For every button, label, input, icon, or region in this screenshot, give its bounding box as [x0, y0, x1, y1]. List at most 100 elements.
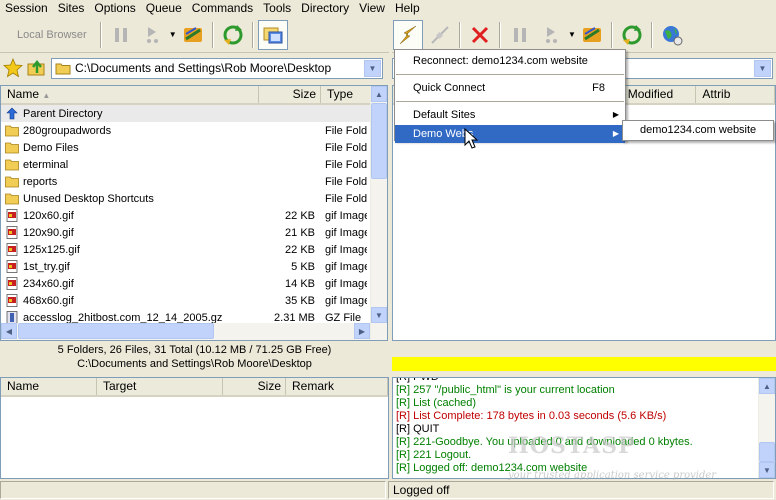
gif-image-icon — [1, 277, 23, 290]
scroll-down-icon[interactable]: ▼ — [759, 462, 775, 478]
chevron-down-icon[interactable]: ▼ — [169, 30, 177, 39]
gif-image-icon — [1, 209, 23, 222]
log-vertical-scrollbar[interactable]: ▲ ▼ — [758, 378, 775, 478]
table-row[interactable]: 468x60.gif 35 KB gif Image — [1, 292, 387, 309]
file-size: 14 KB — [285, 277, 315, 290]
demo-webs-submenu: demo1234.com website — [622, 120, 774, 141]
file-name: eterminal — [23, 158, 69, 171]
menu-tools[interactable]: Tools — [258, 1, 296, 15]
remote-transfer-button[interactable] — [577, 20, 607, 50]
file-size: 5 KB — [291, 260, 315, 273]
toolbar-separator — [211, 21, 214, 48]
table-row[interactable]: eterminal File Folder — [1, 156, 387, 173]
menu-sites[interactable]: Sites — [53, 1, 90, 15]
table-row[interactable]: Unused Desktop Shortcuts File Folder — [1, 190, 387, 207]
menu-item-reconnect[interactable]: Reconnect: demo1234.com website — [395, 51, 625, 71]
scroll-thumb[interactable] — [759, 442, 775, 462]
scroll-thumb[interactable] — [371, 103, 387, 179]
menu-commands[interactable]: Commands — [187, 1, 258, 15]
file-name-cell: 1st_try.gif — [1, 260, 259, 273]
table-row[interactable]: reports File Folder — [1, 173, 387, 190]
table-row[interactable]: 120x60.gif 22 KB gif Image — [1, 207, 387, 224]
column-header-target[interactable]: Target — [97, 378, 223, 395]
menu-directory[interactable]: Directory — [296, 1, 354, 15]
file-name: Parent Directory — [23, 107, 103, 120]
folder-icon — [1, 175, 23, 188]
file-size: 22 KB — [285, 243, 315, 256]
file-type: gif Image — [325, 277, 367, 290]
cancel-button[interactable] — [465, 20, 495, 50]
globe-button[interactable] — [657, 20, 687, 50]
remote-skip-button[interactable] — [537, 20, 567, 50]
menu-options[interactable]: Options — [89, 1, 140, 15]
disconnect-button[interactable] — [425, 20, 455, 50]
transfer-icon — [183, 26, 202, 42]
file-name-cell: Demo Files — [1, 141, 259, 154]
refresh-button[interactable] — [218, 20, 248, 50]
chevron-down-icon[interactable]: ▼ — [364, 59, 381, 77]
column-header-type[interactable]: Type — [321, 86, 371, 103]
menu-view[interactable]: View — [354, 1, 390, 15]
scroll-down-icon[interactable]: ▼ — [371, 307, 387, 323]
skip-button[interactable] — [138, 20, 168, 50]
scroll-up-icon[interactable]: ▲ — [759, 378, 775, 394]
transfer-progress-bar — [392, 357, 776, 371]
globe-icon — [663, 25, 683, 45]
local-browser-toggle-button[interactable] — [257, 19, 288, 50]
file-size: 35 KB — [285, 294, 315, 307]
pause-icon — [114, 27, 127, 42]
log-line: [R] List (cached) — [396, 397, 477, 409]
scroll-up-icon[interactable]: ▲ — [371, 86, 387, 102]
menu-item-demo1234-website[interactable]: demo1234.com website — [623, 121, 773, 140]
menu-queue[interactable]: Queue — [141, 1, 187, 15]
menu-session[interactable]: Session — [0, 1, 53, 15]
pause-button[interactable] — [106, 20, 136, 50]
column-header-name[interactable]: Name ▲ — [1, 86, 259, 103]
table-row[interactable]: Demo Files File Folder — [1, 139, 387, 156]
file-type: gif Image — [325, 226, 367, 239]
menu-item-demo-webs[interactable]: Demo Webs ▶ — [395, 125, 625, 143]
table-row[interactable]: 234x60.gif 14 KB gif Image — [1, 275, 387, 292]
scroll-right-icon[interactable]: ▶ — [354, 323, 370, 339]
table-row[interactable]: 120x90.gif 21 KB gif Image — [1, 224, 387, 241]
scroll-thumb[interactable] — [18, 323, 214, 339]
column-header-remark[interactable]: Remark — [286, 378, 388, 395]
toolbar-separator — [611, 21, 613, 48]
menu-bar: Session Sites Options Queue Commands Too… — [0, 0, 776, 16]
table-row[interactable]: Parent Directory — [1, 105, 387, 122]
plug-icon — [431, 25, 449, 44]
file-name: Demo Files — [23, 141, 79, 154]
column-header-attrib[interactable]: Attrib — [696, 86, 775, 103]
file-type: gif Image — [325, 294, 367, 307]
menu-item-default-sites[interactable]: Default Sites ▶ — [395, 105, 625, 125]
file-name: reports — [23, 175, 58, 188]
column-header-name[interactable]: Name — [1, 378, 97, 395]
column-header-size[interactable]: Size — [259, 86, 321, 103]
folder-up-icon[interactable] — [27, 58, 47, 78]
quick-connect-shortcut: F8 — [592, 82, 605, 94]
table-row[interactable]: 280groupadwords File Folder — [1, 122, 387, 139]
chevron-down-icon[interactable]: ▼ — [754, 59, 771, 77]
chevron-down-icon[interactable]: ▼ — [568, 30, 576, 39]
local-vertical-scrollbar[interactable]: ▲ ▼ — [370, 86, 387, 340]
remote-refresh-button[interactable] — [617, 20, 647, 50]
local-horizontal-scrollbar[interactable]: ◀ ▶ — [1, 323, 370, 340]
column-header-size[interactable]: Size — [223, 378, 286, 395]
star-icon[interactable] — [3, 58, 23, 78]
toolbar-separator — [99, 21, 102, 48]
table-row[interactable]: 1st_try.gif 5 KB gif Image — [1, 258, 387, 275]
local-path-combo[interactable]: C:\Documents and Settings\Rob Moore\Desk… — [51, 57, 383, 79]
menu-item-quick-connect[interactable]: Quick Connect F8 — [395, 78, 625, 98]
scroll-left-icon[interactable]: ◀ — [1, 323, 17, 339]
menu-help[interactable]: Help — [390, 1, 425, 15]
gif-image-icon — [1, 294, 23, 307]
table-row[interactable]: 125x125.gif 22 KB gif Image — [1, 241, 387, 258]
file-name-cell: reports — [1, 175, 259, 188]
gif-image-icon — [1, 226, 23, 239]
column-header-modified[interactable]: Modified — [622, 86, 697, 103]
remote-pause-button[interactable] — [505, 20, 535, 50]
file-name-cell: Unused Desktop Shortcuts — [1, 192, 259, 205]
connect-button[interactable] — [393, 19, 423, 50]
file-name-cell: 120x90.gif — [1, 226, 259, 239]
transfer-button[interactable] — [178, 20, 208, 50]
